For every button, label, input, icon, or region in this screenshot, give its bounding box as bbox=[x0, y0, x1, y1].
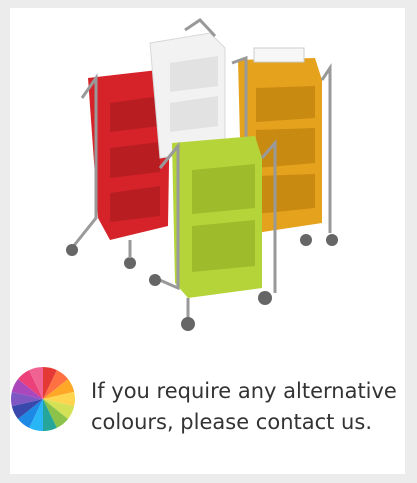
white-trolley bbox=[149, 18, 226, 159]
contact-note: If you require any alternative colours, … bbox=[91, 376, 397, 438]
colour-book-trolleys-image bbox=[66, 18, 338, 331]
product-card: If you require any alternative colours, … bbox=[10, 8, 405, 474]
note-line-1: If you require any alternative bbox=[91, 379, 397, 403]
note-line-2: colours, please contact us. bbox=[91, 410, 372, 434]
red-trolley bbox=[66, 70, 170, 269]
colour-wheel-icon bbox=[10, 367, 76, 431]
